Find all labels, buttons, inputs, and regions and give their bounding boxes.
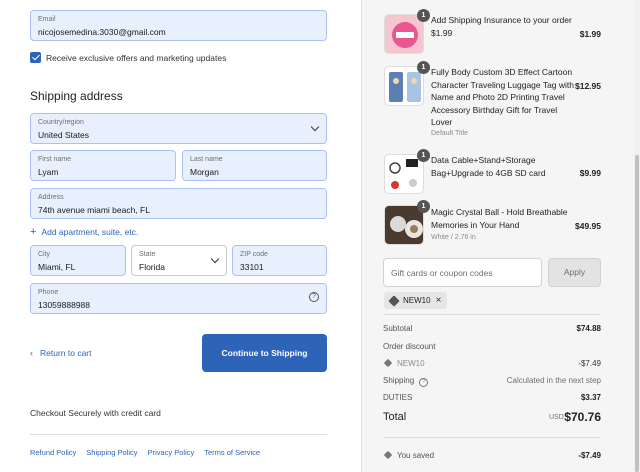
email-field[interactable]: Email nicojosemedina.3030@gmail.com [30, 10, 327, 41]
zip-field[interactable]: ZIP code 33101 [232, 245, 327, 276]
shipping-address-title: Shipping address [30, 89, 123, 103]
shipping-row: Shipping ? Calculated in the next step [383, 376, 601, 387]
refund-policy-link[interactable]: Refund Policy [30, 448, 76, 457]
close-icon[interactable]: × [436, 295, 442, 306]
duties-value: $3.37 [580, 393, 601, 402]
divider [383, 314, 601, 315]
coupon-input[interactable]: Gift cards or coupon codes [383, 258, 542, 287]
country-label: Country/region [38, 119, 84, 126]
email-value: nicojosemedina.3030@gmail.com [38, 27, 166, 37]
subtotal-row: Subtotal $74.88 [383, 324, 601, 333]
phone-value: 13059888988 [38, 300, 91, 310]
marketing-checkbox[interactable] [30, 52, 41, 63]
terms-of-service-link[interactable]: Terms of Service [204, 448, 260, 457]
state-select[interactable]: State Florida [131, 245, 227, 276]
item-name: Add Shipping Insurance to your order [431, 15, 572, 25]
tag-icon [383, 358, 393, 368]
apply-button[interactable]: Apply [548, 258, 601, 287]
last-name-field[interactable]: Last name Morgan [182, 150, 327, 181]
item-subtitle: $1.99 [431, 28, 453, 38]
item-variant: White / 2.76 in [431, 234, 476, 241]
city-label: City [38, 251, 51, 258]
help-icon[interactable]: ? [309, 292, 319, 302]
zip-label: ZIP code [240, 251, 268, 258]
total-label: Total [383, 411, 407, 423]
subtotal-value: $74.88 [576, 324, 601, 333]
total-currency: USD [549, 414, 564, 421]
add-apartment-label: Add apartment, suite, etc. [41, 227, 139, 237]
you-saved-label: You saved [397, 451, 435, 460]
first-name-label: First name [38, 156, 72, 163]
shipping-label: Shipping [383, 376, 415, 385]
item-price: $12.95 [575, 81, 601, 91]
return-to-cart-label: Return to cart [40, 348, 92, 358]
policy-links: Refund Policy Shipping Policy Privacy Po… [30, 448, 260, 457]
chevron-left-icon: ‹ [30, 348, 33, 358]
secure-checkout-text: Checkout Securely with credit card [30, 408, 161, 418]
address-value: 74th avenue miami beach, FL [38, 205, 150, 215]
marketing-checkbox-label: Receive exclusive offers and marketing u… [46, 53, 227, 63]
checkout-form-panel: Email nicojosemedina.3030@gmail.com Rece… [0, 0, 361, 472]
continue-to-shipping-button[interactable]: Continue to Shipping [202, 334, 327, 372]
first-name-value: Lyam [38, 167, 59, 177]
scrollbar[interactable] [634, 0, 640, 472]
applied-discount-tag: NEW10 × [384, 292, 448, 309]
item-name: Magic Crystal Ball - Hold Breathable Mem… [431, 207, 568, 230]
duties-label: DUTIES [383, 393, 413, 402]
first-name-field[interactable]: First name Lyam [30, 150, 176, 181]
you-saved-value: -$7.49 [578, 451, 601, 460]
order-discount-label: Order discount [383, 342, 436, 351]
item-quantity-badge: 1 [417, 200, 430, 213]
phone-field[interactable]: Phone 13059888988 ? [30, 283, 327, 314]
divider [30, 434, 327, 435]
item-price: $1.99 [579, 29, 601, 39]
last-name-label: Last name [190, 156, 223, 163]
state-label: State [139, 251, 156, 258]
last-name-value: Morgan [190, 167, 219, 177]
chevron-down-icon [310, 122, 320, 132]
discount-code-row: NEW10 -$7.49 [383, 358, 601, 368]
item-variant: Default Title [431, 130, 468, 137]
address-field[interactable]: Address 74th avenue miami beach, FL [30, 188, 327, 219]
item-quantity-badge: 1 [417, 61, 430, 74]
address-label: Address [38, 194, 64, 201]
you-saved-row: You saved -$7.49 [383, 450, 601, 460]
shipping-value: Calculated in the next step [506, 376, 601, 385]
order-discount-row: Order discount [383, 342, 601, 351]
phone-label: Phone [38, 289, 59, 296]
privacy-policy-link[interactable]: Privacy Policy [148, 448, 195, 457]
item-price: $49.95 [575, 221, 601, 231]
tag-icon [383, 450, 393, 460]
city-value: Miami, FL [38, 262, 76, 272]
subtotal-label: Subtotal [383, 324, 413, 333]
add-apartment-link[interactable]: + Add apartment, suite, etc. [30, 226, 138, 238]
shipping-policy-link[interactable]: Shipping Policy [86, 448, 137, 457]
discount-code: NEW10 [397, 359, 425, 368]
country-value: United States [38, 130, 90, 140]
plus-icon: + [30, 226, 37, 238]
divider [383, 437, 601, 438]
state-value: Florida [139, 262, 165, 272]
duties-row: DUTIES $3.37 [383, 393, 601, 402]
discount-value: -$7.49 [578, 359, 601, 368]
chevron-down-icon [210, 254, 220, 264]
applied-discount-code: NEW10 [403, 296, 431, 305]
total-value: $70.76 [564, 410, 601, 424]
help-icon[interactable]: ? [419, 378, 429, 387]
scrollbar-thumb[interactable] [635, 155, 639, 472]
item-name: Fully Body Custom 3D Effect Cartoon Char… [431, 67, 575, 128]
item-quantity-badge: 1 [417, 149, 430, 162]
return-to-cart-link[interactable]: ‹ Return to cart [30, 348, 92, 358]
item-price: $9.99 [579, 168, 601, 178]
item-quantity-badge: 1 [417, 9, 430, 22]
item-name: Data Cable+Stand+Storage Bag+Upgrade to … [431, 155, 546, 178]
email-label: Email [38, 16, 56, 23]
tag-icon [388, 294, 400, 307]
zip-value: 33101 [240, 262, 264, 272]
city-field[interactable]: City Miami, FL [30, 245, 126, 276]
country-select[interactable]: Country/region United States [30, 113, 327, 144]
